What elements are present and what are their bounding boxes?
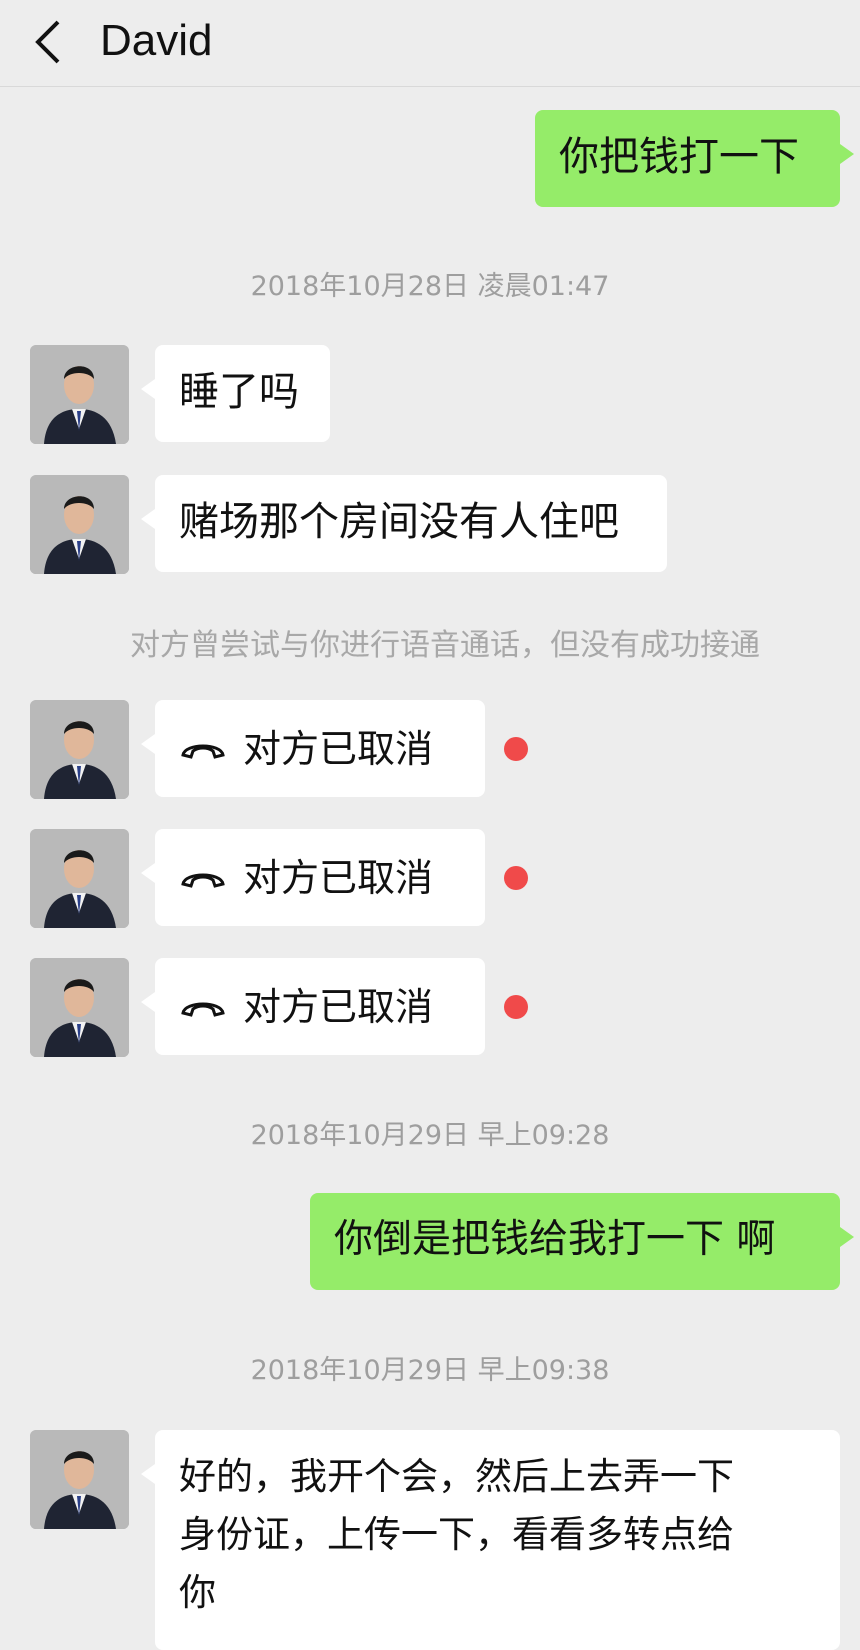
message-line: 身份证，上传一下，看看多转点给 bbox=[179, 1513, 734, 1556]
avatar[interactable] bbox=[30, 1430, 129, 1529]
timestamp: 2018年10月28日 凌晨01:47 bbox=[250, 271, 610, 302]
message-text: 你把钱打一下 bbox=[559, 134, 799, 180]
red-dot-icon bbox=[504, 866, 528, 890]
phone-hangup-icon bbox=[181, 1002, 225, 1017]
phone-hangup-icon bbox=[181, 873, 225, 888]
contact-photo bbox=[30, 958, 129, 1057]
system-notice: 对方曾尝试与你进行语音通话，但没有成功接通 bbox=[130, 628, 760, 663]
contact-photo bbox=[30, 345, 129, 444]
chat-title: David bbox=[100, 16, 213, 65]
avatar[interactable] bbox=[30, 829, 129, 928]
their-message[interactable]: 赌场那个房间没有人住吧 bbox=[141, 475, 667, 572]
call-record[interactable]: 对方已取消 bbox=[141, 829, 485, 926]
their-message[interactable]: 好的，我开个会，然后上去弄一下 身份证，上传一下，看看多转点给 你 bbox=[141, 1430, 840, 1650]
message-line: 你 bbox=[179, 1571, 216, 1614]
message-text: 你倒是把钱给我打一下 啊 bbox=[334, 1217, 776, 1262]
red-dot-icon bbox=[504, 737, 528, 761]
avatar[interactable] bbox=[30, 345, 129, 444]
contact-photo bbox=[30, 829, 129, 928]
my-message[interactable]: 你倒是把钱给我打一下 啊 bbox=[310, 1193, 854, 1290]
call-status: 对方已取消 bbox=[243, 726, 434, 771]
their-message[interactable]: 睡了吗 bbox=[141, 345, 330, 442]
top-bar: David bbox=[0, 0, 860, 87]
back-button[interactable] bbox=[28, 14, 68, 70]
phone-hangup-icon bbox=[181, 744, 225, 759]
contact-photo bbox=[30, 475, 129, 574]
message-line: 好的，我开个会，然后上去弄一下 bbox=[179, 1455, 734, 1498]
contact-photo bbox=[30, 700, 129, 799]
avatar[interactable] bbox=[30, 700, 129, 799]
avatar[interactable] bbox=[30, 475, 129, 574]
call-record[interactable]: 对方已取消 bbox=[141, 958, 485, 1055]
call-status: 对方已取消 bbox=[243, 855, 434, 900]
red-dot-icon bbox=[504, 995, 528, 1019]
chevron-left-icon bbox=[35, 20, 60, 64]
call-status: 对方已取消 bbox=[243, 984, 434, 1029]
avatar[interactable] bbox=[30, 958, 129, 1057]
message-text: 赌场那个房间没有人住吧 bbox=[179, 499, 619, 545]
my-message[interactable]: 你把钱打一下 bbox=[535, 110, 854, 207]
call-record[interactable]: 对方已取消 bbox=[141, 700, 485, 797]
timestamp: 2018年10月29日 早上09:28 bbox=[250, 1120, 610, 1151]
timestamp: 2018年10月29日 早上09:38 bbox=[250, 1355, 610, 1386]
contact-photo bbox=[30, 1430, 129, 1529]
message-text: 睡了吗 bbox=[179, 369, 299, 415]
